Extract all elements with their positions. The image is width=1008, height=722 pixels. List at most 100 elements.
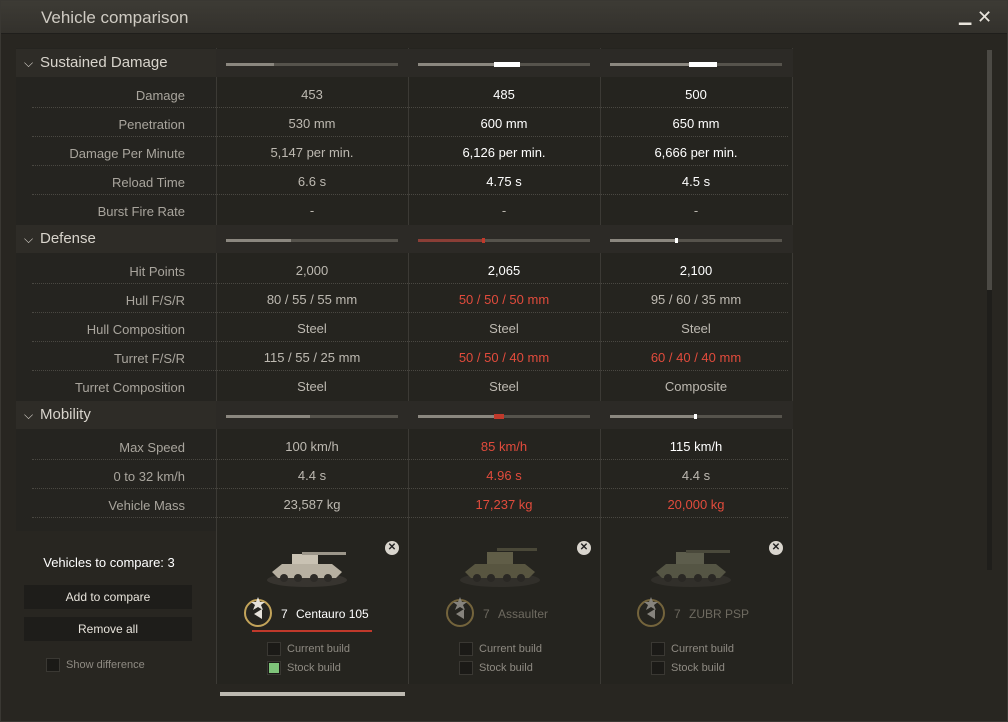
- stock-build-checkbox[interactable]: [651, 661, 665, 675]
- row-divider: [32, 488, 788, 489]
- penetration-value-3: 650 mm: [672, 116, 720, 131]
- penetration-value-1: 530 mm: [288, 116, 336, 131]
- stock-build-label: Stock build: [479, 662, 533, 674]
- turret-value-2: 50 / 50 / 40 mm: [458, 350, 550, 365]
- title-bar[interactable]: Vehicle comparison ▁ ✕: [1, 1, 1007, 34]
- row-divider: [32, 517, 788, 518]
- defense-bar-1: [226, 239, 398, 242]
- row-label-vehicle-mass: Vehicle Mass: [108, 498, 185, 513]
- hp-value-1: 2,000: [295, 263, 329, 278]
- close-icon[interactable]: ✕: [977, 8, 992, 26]
- hp-value-3: 2,100: [679, 263, 713, 278]
- row-label-acceleration: 0 to 32 km/h: [113, 469, 185, 484]
- mobility-bar-2: [418, 414, 590, 419]
- mass-value-1: 23,587 kg: [283, 497, 341, 512]
- speed-value-1: 100 km/h: [285, 439, 339, 454]
- tank-thumbnail[interactable]: [262, 540, 352, 590]
- dpm-value-2: 6,126 per min.: [462, 145, 546, 160]
- vertical-scrollbar-thumb[interactable]: [987, 50, 992, 290]
- reload-value-1: 6.6 s: [297, 174, 327, 189]
- row-divider: [32, 312, 788, 313]
- row-divider: [32, 165, 788, 166]
- row-label-max-speed: Max Speed: [119, 440, 185, 455]
- mobility-bar-3: [610, 414, 782, 419]
- mobility-bar-1: [226, 415, 398, 418]
- speed-value-2: 85 km/h: [480, 439, 528, 454]
- vehicle-tier: 7: [483, 607, 490, 621]
- window-title: Vehicle comparison: [41, 8, 189, 27]
- current-build-checkbox[interactable]: [651, 642, 665, 656]
- stock-build-label: Stock build: [671, 662, 725, 674]
- tank-thumbnail[interactable]: [455, 540, 545, 590]
- mass-value-3: 20,000 kg: [667, 497, 725, 512]
- row-label-turret: Turret F/S/R: [113, 351, 185, 366]
- sustained-bar-2: [418, 62, 590, 67]
- row-label-burst: Burst Fire Rate: [97, 204, 185, 219]
- damage-value-3: 500: [685, 87, 707, 102]
- column-divider: [600, 48, 601, 684]
- vehicle-name: Assaulter: [498, 607, 549, 621]
- tier-badge-icon: [637, 597, 665, 627]
- turretcomp-value-3: Composite: [664, 379, 728, 394]
- remove-all-button[interactable]: Remove all: [24, 617, 192, 641]
- vehicle-tier: 7: [674, 607, 681, 621]
- sustained-bar-3: [610, 62, 782, 67]
- chevron-down-icon[interactable]: ⌵: [24, 56, 33, 71]
- row-label-damage: Damage: [135, 88, 185, 103]
- stock-build-checkbox[interactable]: [459, 661, 473, 675]
- column-divider: [216, 48, 217, 684]
- tank-thumbnail[interactable]: [646, 540, 736, 590]
- hullcomp-value-3: Steel: [681, 321, 711, 336]
- hullcomp-value-2: Steel: [489, 321, 519, 336]
- hp-value-2: 2,065: [487, 263, 521, 278]
- section-title: Mobility: [40, 406, 91, 423]
- chevron-down-icon[interactable]: ⌵: [24, 408, 33, 423]
- row-label-hit-points: Hit Points: [129, 264, 185, 279]
- turret-value-3: 60 / 40 / 40 mm: [650, 350, 742, 365]
- row-divider: [32, 459, 788, 460]
- close-icon[interactable]: ✕: [769, 541, 783, 555]
- burst-value-2: -: [501, 203, 507, 218]
- tier-badge-icon: [244, 597, 272, 627]
- vehicle-tier: 7: [281, 607, 288, 621]
- mass-value-2: 17,237 kg: [475, 497, 533, 512]
- current-build-label: Current build: [479, 643, 542, 655]
- speed-value-3: 115 km/h: [669, 439, 723, 454]
- show-difference-label: Show difference: [66, 659, 145, 671]
- defense-bar-3: [610, 238, 782, 243]
- add-to-compare-button[interactable]: Add to compare: [24, 585, 192, 609]
- current-build-checkbox[interactable]: [267, 642, 281, 656]
- hull-value-2: 50 / 50 / 50 mm: [458, 292, 550, 307]
- row-divider: [32, 341, 788, 342]
- current-build-label: Current build: [671, 643, 734, 655]
- hull-value-3: 95 / 60 / 35 mm: [650, 292, 742, 307]
- stock-build-label: Stock build: [287, 662, 341, 674]
- column-divider: [792, 48, 793, 684]
- defense-bar-2: [418, 238, 590, 243]
- damage-value-1: 453: [301, 87, 323, 102]
- reload-value-2: 4.75 s: [486, 174, 522, 189]
- turretcomp-value-2: Steel: [489, 379, 519, 394]
- close-icon[interactable]: ✕: [385, 541, 399, 555]
- row-divider: [32, 194, 788, 195]
- vehicle-name: Centauro 105: [296, 607, 369, 621]
- row-divider: [32, 107, 788, 108]
- burst-value-1: -: [309, 203, 315, 218]
- chevron-down-icon[interactable]: ⌵: [24, 232, 33, 247]
- reload-value-3: 4.5 s: [681, 174, 711, 189]
- row-label-dpm: Damage Per Minute: [69, 146, 185, 161]
- dpm-value-3: 6,666 per min.: [654, 145, 738, 160]
- stock-build-checkbox[interactable]: [267, 661, 281, 675]
- close-icon[interactable]: ✕: [577, 541, 591, 555]
- current-build-checkbox[interactable]: [459, 642, 473, 656]
- row-label-reload: Reload Time: [112, 175, 185, 190]
- damage-value-2: 485: [493, 87, 515, 102]
- horizontal-scrollbar-thumb[interactable]: [220, 692, 405, 696]
- accel-value-1: 4.4 s: [297, 468, 327, 483]
- minimize-icon[interactable]: ▁: [959, 9, 971, 25]
- hull-value-1: 80 / 55 / 55 mm: [266, 292, 358, 307]
- show-difference-checkbox[interactable]: [46, 658, 60, 672]
- vehicles-to-compare-count: Vehicles to compare: 3: [43, 555, 175, 570]
- sustained-bar-1: [226, 63, 398, 66]
- row-divider: [32, 283, 788, 284]
